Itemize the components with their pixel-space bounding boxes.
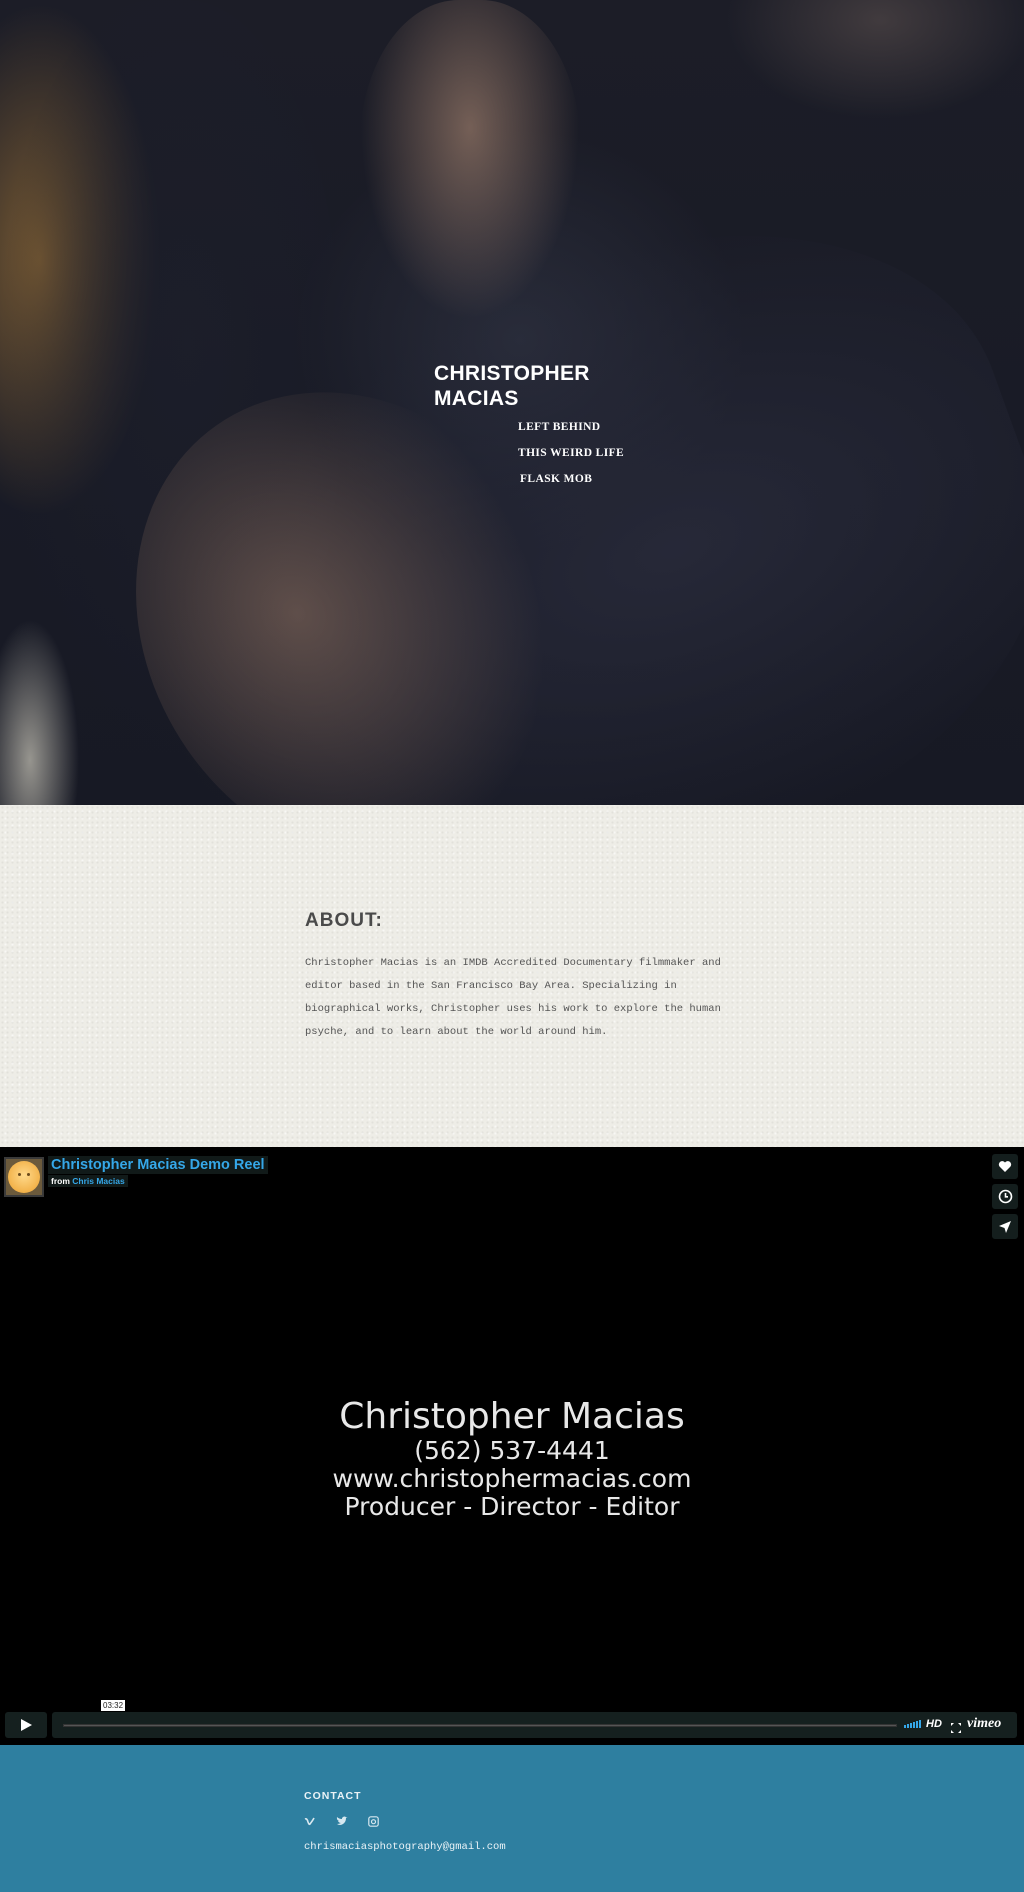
site-title[interactable]: CHRISTOPHER MACIAS: [434, 361, 634, 411]
about-heading: ABOUT:: [305, 910, 383, 931]
watch-later-button[interactable]: [992, 1184, 1018, 1209]
send-icon: [999, 1220, 1011, 1233]
vimeo-icon[interactable]: [304, 1816, 318, 1830]
like-button[interactable]: [992, 1154, 1018, 1179]
video-controls: 03:32 HD vimeo: [0, 1700, 1024, 1741]
site-title-line2: MACIAS: [434, 387, 519, 410]
vimeo-logo[interactable]: vimeo: [967, 1716, 1001, 1732]
duration-label: 03:32: [101, 1700, 126, 1711]
fullscreen-button[interactable]: [951, 1720, 961, 1738]
play-icon: [21, 1719, 32, 1731]
site-title-line1: CHRISTOPHER: [434, 362, 590, 385]
video-byline: from Chris Macias: [48, 1175, 128, 1187]
video-author-link[interactable]: Chris Macias: [72, 1176, 124, 1186]
main-nav: LEFT BEHIND THIS WEIRD LIFE FLASK MOB: [518, 420, 624, 498]
card-phone: (562) 537-4441: [414, 1436, 610, 1465]
clock-icon: [998, 1189, 1012, 1204]
progress-track[interactable]: [63, 1724, 897, 1727]
card-website: www.christophermacias.com: [332, 1464, 692, 1493]
contact-heading: CONTACT: [304, 1790, 362, 1802]
card-name: Christopher Macias: [339, 1396, 685, 1437]
volume-control[interactable]: [904, 1720, 921, 1728]
control-bar: 03:32 HD vimeo: [52, 1700, 1017, 1738]
nav-flask-mob[interactable]: FLASK MOB: [520, 472, 624, 486]
hero-background-hand: [360, 0, 580, 320]
video-frame-title-card: Christopher Macias (562) 537-4441 www.ch…: [0, 1397, 1024, 1521]
contact-email[interactable]: chrismaciasphotography@gmail.com: [304, 1841, 506, 1853]
share-button[interactable]: [992, 1214, 1018, 1239]
nav-this-weird-life[interactable]: THIS WEIRD LIFE: [518, 446, 624, 460]
play-button[interactable]: [5, 1712, 47, 1738]
from-label: from: [51, 1176, 70, 1186]
hd-toggle[interactable]: HD: [926, 1718, 942, 1730]
author-avatar[interactable]: [4, 1157, 44, 1197]
twitter-icon[interactable]: [336, 1816, 350, 1830]
about-section: ABOUT: Christopher Macias is an IMDB Acc…: [0, 805, 1024, 1147]
social-links: [304, 1816, 382, 1830]
nav-left-behind[interactable]: LEFT BEHIND: [518, 420, 624, 434]
hero-section: CHRISTOPHER MACIAS LEFT BEHIND THIS WEIR…: [0, 0, 1024, 805]
about-text: Christopher Macias is an IMDB Accredited…: [305, 957, 721, 1038]
smiley-avatar-icon: [8, 1161, 40, 1193]
heart-icon: [998, 1161, 1012, 1172]
card-roles: Producer - Director - Editor: [344, 1492, 680, 1521]
video-title[interactable]: Christopher Macias Demo Reel: [48, 1156, 268, 1174]
video-side-actions: [992, 1154, 1018, 1239]
fullscreen-icon: [951, 1723, 961, 1733]
contact-footer: CONTACT chrismaciasphotography@gmail.com: [0, 1745, 1024, 1892]
instagram-icon[interactable]: [368, 1816, 382, 1830]
video-player[interactable]: Christopher Macias Demo Reel from Chris …: [0, 1147, 1024, 1745]
